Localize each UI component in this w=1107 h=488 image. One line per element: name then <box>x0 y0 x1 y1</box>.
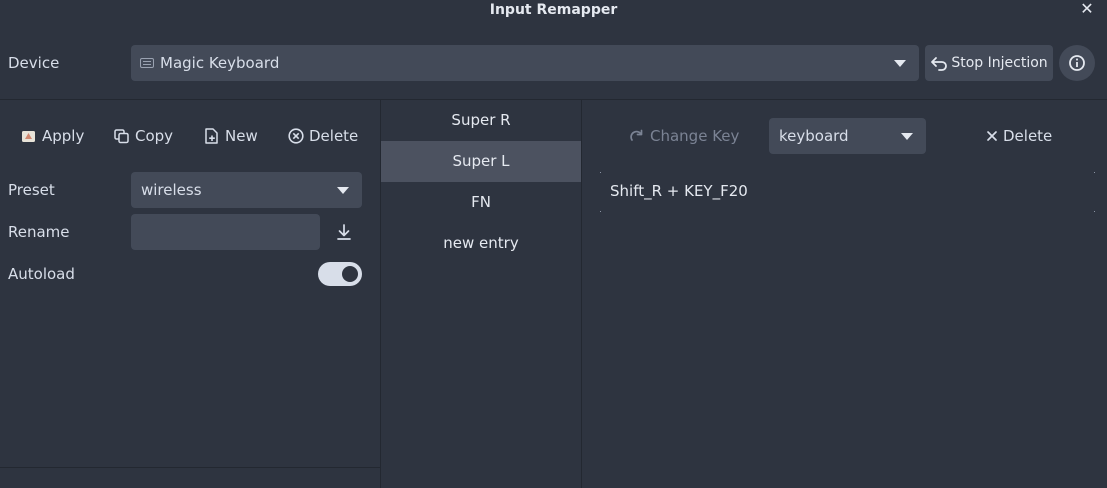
mapping-entry-super-r[interactable]: Super R <box>381 100 581 141</box>
stop-injection-button[interactable]: Stop Injection <box>925 45 1053 81</box>
preset-label: Preset <box>8 181 55 199</box>
change-key-button[interactable]: Change Key <box>628 125 739 147</box>
delete-preset-button[interactable]: Delete <box>287 125 358 147</box>
stop-injection-label: Stop Injection <box>951 55 1048 71</box>
mapping-entry-fn[interactable]: FN <box>381 182 581 223</box>
mapping-entry-new-entry[interactable]: new entry <box>381 223 581 264</box>
device-dropdown[interactable]: Magic Keyboard <box>131 45 919 81</box>
delete-mapping-button[interactable]: Delete <box>985 125 1052 147</box>
info-button[interactable] <box>1059 45 1095 81</box>
autoload-label: Autoload <box>8 265 75 283</box>
device-selected-value: Magic Keyboard <box>160 54 280 72</box>
close-icon <box>987 131 997 141</box>
rename-input[interactable] <box>131 214 320 250</box>
preset-dropdown[interactable]: wireless <box>131 172 362 208</box>
new-document-icon <box>205 128 218 144</box>
autoload-toggle[interactable] <box>318 262 362 286</box>
rename-label: Rename <box>8 223 70 241</box>
mapping-entry-super-l[interactable]: Super L <box>381 141 581 182</box>
mapping-text: Shift_R + KEY_F20 <box>610 182 748 200</box>
preset-selected-value: wireless <box>141 181 202 199</box>
info-icon <box>1069 55 1085 71</box>
new-label: New <box>225 127 258 145</box>
delete-circle-icon <box>288 128 304 144</box>
target-dropdown[interactable]: keyboard <box>769 118 926 154</box>
new-button[interactable]: New <box>203 125 258 147</box>
toggle-knob <box>342 266 358 282</box>
target-selected-value: keyboard <box>779 127 849 145</box>
apply-icon <box>22 131 35 142</box>
apply-button[interactable]: Apply <box>20 125 84 147</box>
close-icon[interactable]: ✕ <box>1079 1 1095 17</box>
chevron-down-icon <box>894 60 906 67</box>
mapping-list-divider <box>581 100 582 488</box>
keyboard-icon <box>140 58 154 68</box>
download-icon <box>337 224 351 240</box>
device-label: Device <box>8 54 60 72</box>
chevron-down-icon <box>901 133 913 140</box>
redo-icon <box>630 129 643 141</box>
mapping-text-editor[interactable]: Shift_R + KEY_F20 <box>600 172 1095 212</box>
undo-arrow-icon <box>931 57 948 71</box>
chevron-down-icon <box>337 187 349 194</box>
delete-preset-label: Delete <box>309 127 359 145</box>
apply-label: Apply <box>42 127 85 145</box>
left-bottom-divider <box>0 467 380 468</box>
save-rename-button[interactable] <box>334 222 354 242</box>
change-key-label: Change Key <box>650 127 740 145</box>
delete-mapping-label: Delete <box>1003 127 1053 145</box>
copy-button[interactable]: Copy <box>113 125 173 147</box>
copy-icon <box>114 129 129 144</box>
window-title: Input Remapper <box>489 2 618 18</box>
title-bar: Input Remapper ✕ <box>0 0 1107 24</box>
copy-label: Copy <box>135 127 174 145</box>
